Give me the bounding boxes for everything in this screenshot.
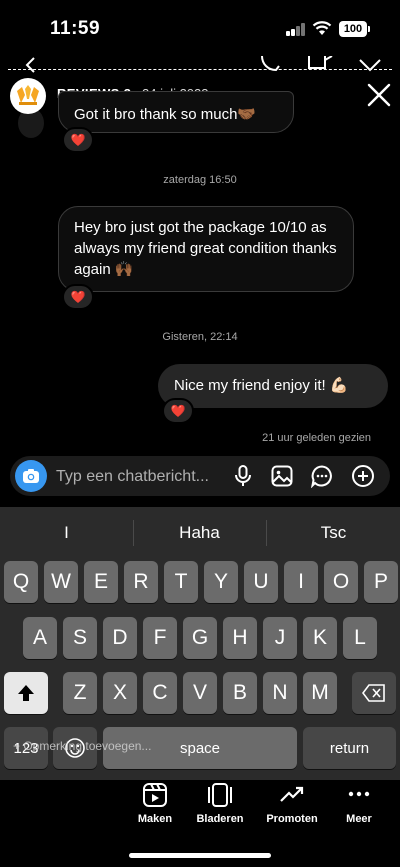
nav-label: Meer bbox=[346, 813, 372, 825]
more-icon bbox=[348, 791, 370, 797]
key[interactable]: Y bbox=[204, 561, 238, 603]
message-text: Got it bro thank so much🤝🏾 bbox=[74, 106, 257, 123]
nav-label: Maken bbox=[137, 813, 173, 825]
key[interactable]: J bbox=[263, 617, 297, 659]
add-comment-overlay[interactable]: + Opmerking toevoegen... bbox=[13, 739, 151, 753]
back-icon[interactable] bbox=[22, 56, 40, 74]
message-composer bbox=[10, 456, 390, 496]
key[interactable]: Q bbox=[4, 561, 38, 603]
close-icon[interactable] bbox=[366, 82, 392, 108]
key[interactable]: A bbox=[23, 617, 57, 659]
backspace-key[interactable] bbox=[352, 672, 396, 714]
nav-label: Bladeren bbox=[196, 813, 244, 825]
microphone-icon[interactable] bbox=[231, 464, 255, 488]
trending-up-icon bbox=[280, 786, 304, 802]
nav-maken[interactable]: Maken bbox=[120, 780, 190, 825]
gallery-icon[interactable] bbox=[270, 464, 294, 488]
suggestion-item[interactable]: Haha bbox=[133, 523, 266, 543]
return-key-label: return bbox=[329, 739, 370, 757]
key[interactable]: H bbox=[223, 617, 257, 659]
nav-bladeren[interactable]: Bladeren bbox=[185, 780, 255, 825]
avatar[interactable] bbox=[10, 78, 46, 114]
shift-key[interactable] bbox=[4, 672, 48, 714]
shift-icon bbox=[18, 685, 34, 701]
message-input[interactable] bbox=[56, 466, 226, 488]
key[interactable]: Z bbox=[63, 672, 97, 714]
timestamp: zaterdag 16:50 bbox=[163, 174, 237, 186]
timestamp: Gisteren, 22:14 bbox=[162, 331, 238, 343]
message-text: Hey bro just got the package 10/10 as al… bbox=[74, 219, 337, 278]
suggestion-bar: I Haha Tsc bbox=[0, 507, 400, 557]
key[interactable]: L bbox=[343, 617, 377, 659]
message-bubble-incoming[interactable]: Hey bro just got the package 10/10 as al… bbox=[58, 206, 354, 292]
battery-tip bbox=[368, 26, 370, 32]
tag-icon[interactable] bbox=[358, 56, 384, 74]
message-text: Nice my friend enjoy it! 💪🏻 bbox=[174, 377, 349, 394]
space-key-label: space bbox=[179, 739, 221, 757]
key[interactable]: N bbox=[263, 672, 297, 714]
wifi-icon bbox=[312, 21, 332, 35]
return-key[interactable]: return bbox=[303, 727, 396, 769]
camera-button[interactable] bbox=[15, 460, 47, 492]
key[interactable]: G bbox=[183, 617, 217, 659]
backspace-icon bbox=[362, 684, 385, 702]
add-icon[interactable] bbox=[351, 464, 375, 488]
battery-icon: 100 bbox=[339, 21, 367, 37]
key[interactable]: W bbox=[44, 561, 78, 603]
key[interactable]: E bbox=[84, 561, 118, 603]
status-time: 11:59 bbox=[50, 18, 101, 39]
key[interactable]: I bbox=[284, 561, 318, 603]
suggestion-item[interactable]: Tsc bbox=[267, 523, 400, 543]
key[interactable]: V bbox=[183, 672, 217, 714]
nav-meer[interactable]: Meer bbox=[324, 780, 394, 825]
header-divider bbox=[8, 69, 392, 70]
nav-promoten[interactable]: Promoten bbox=[257, 780, 327, 825]
key[interactable]: M bbox=[303, 672, 337, 714]
suggestion-item[interactable]: I bbox=[0, 523, 133, 543]
reels-create-icon bbox=[143, 783, 167, 807]
status-bar: 11:59 100 bbox=[0, 0, 400, 56]
camera-icon bbox=[23, 469, 39, 483]
key[interactable]: B bbox=[223, 672, 257, 714]
avatar-logo-icon bbox=[17, 85, 39, 105]
key[interactable]: R bbox=[124, 561, 158, 603]
key[interactable]: K bbox=[303, 617, 337, 659]
browse-icon bbox=[208, 783, 232, 807]
key[interactable]: U bbox=[244, 561, 278, 603]
reaction-heart[interactable]: ❤️ bbox=[162, 398, 194, 424]
nav-label: Promoten bbox=[266, 813, 318, 825]
home-indicator[interactable] bbox=[129, 853, 271, 858]
key[interactable]: D bbox=[103, 617, 137, 659]
message-bubble-outgoing[interactable]: Nice my friend enjoy it! 💪🏻 bbox=[158, 364, 388, 408]
key[interactable]: T bbox=[164, 561, 198, 603]
seen-status: 21 uur geleden gezien bbox=[262, 432, 371, 444]
key[interactable]: X bbox=[103, 672, 137, 714]
message-bubble-incoming[interactable]: Got it bro thank so much🤝🏾 bbox=[58, 91, 294, 133]
key[interactable]: F bbox=[143, 617, 177, 659]
sticker-icon[interactable] bbox=[310, 464, 334, 488]
signal-icon bbox=[286, 23, 306, 36]
reaction-heart[interactable]: ❤️ bbox=[62, 284, 94, 310]
reaction-heart[interactable]: ❤️ bbox=[62, 127, 94, 153]
key[interactable]: O bbox=[324, 561, 358, 603]
key[interactable]: S bbox=[63, 617, 97, 659]
key[interactable]: C bbox=[143, 672, 177, 714]
key[interactable]: P bbox=[364, 561, 398, 603]
